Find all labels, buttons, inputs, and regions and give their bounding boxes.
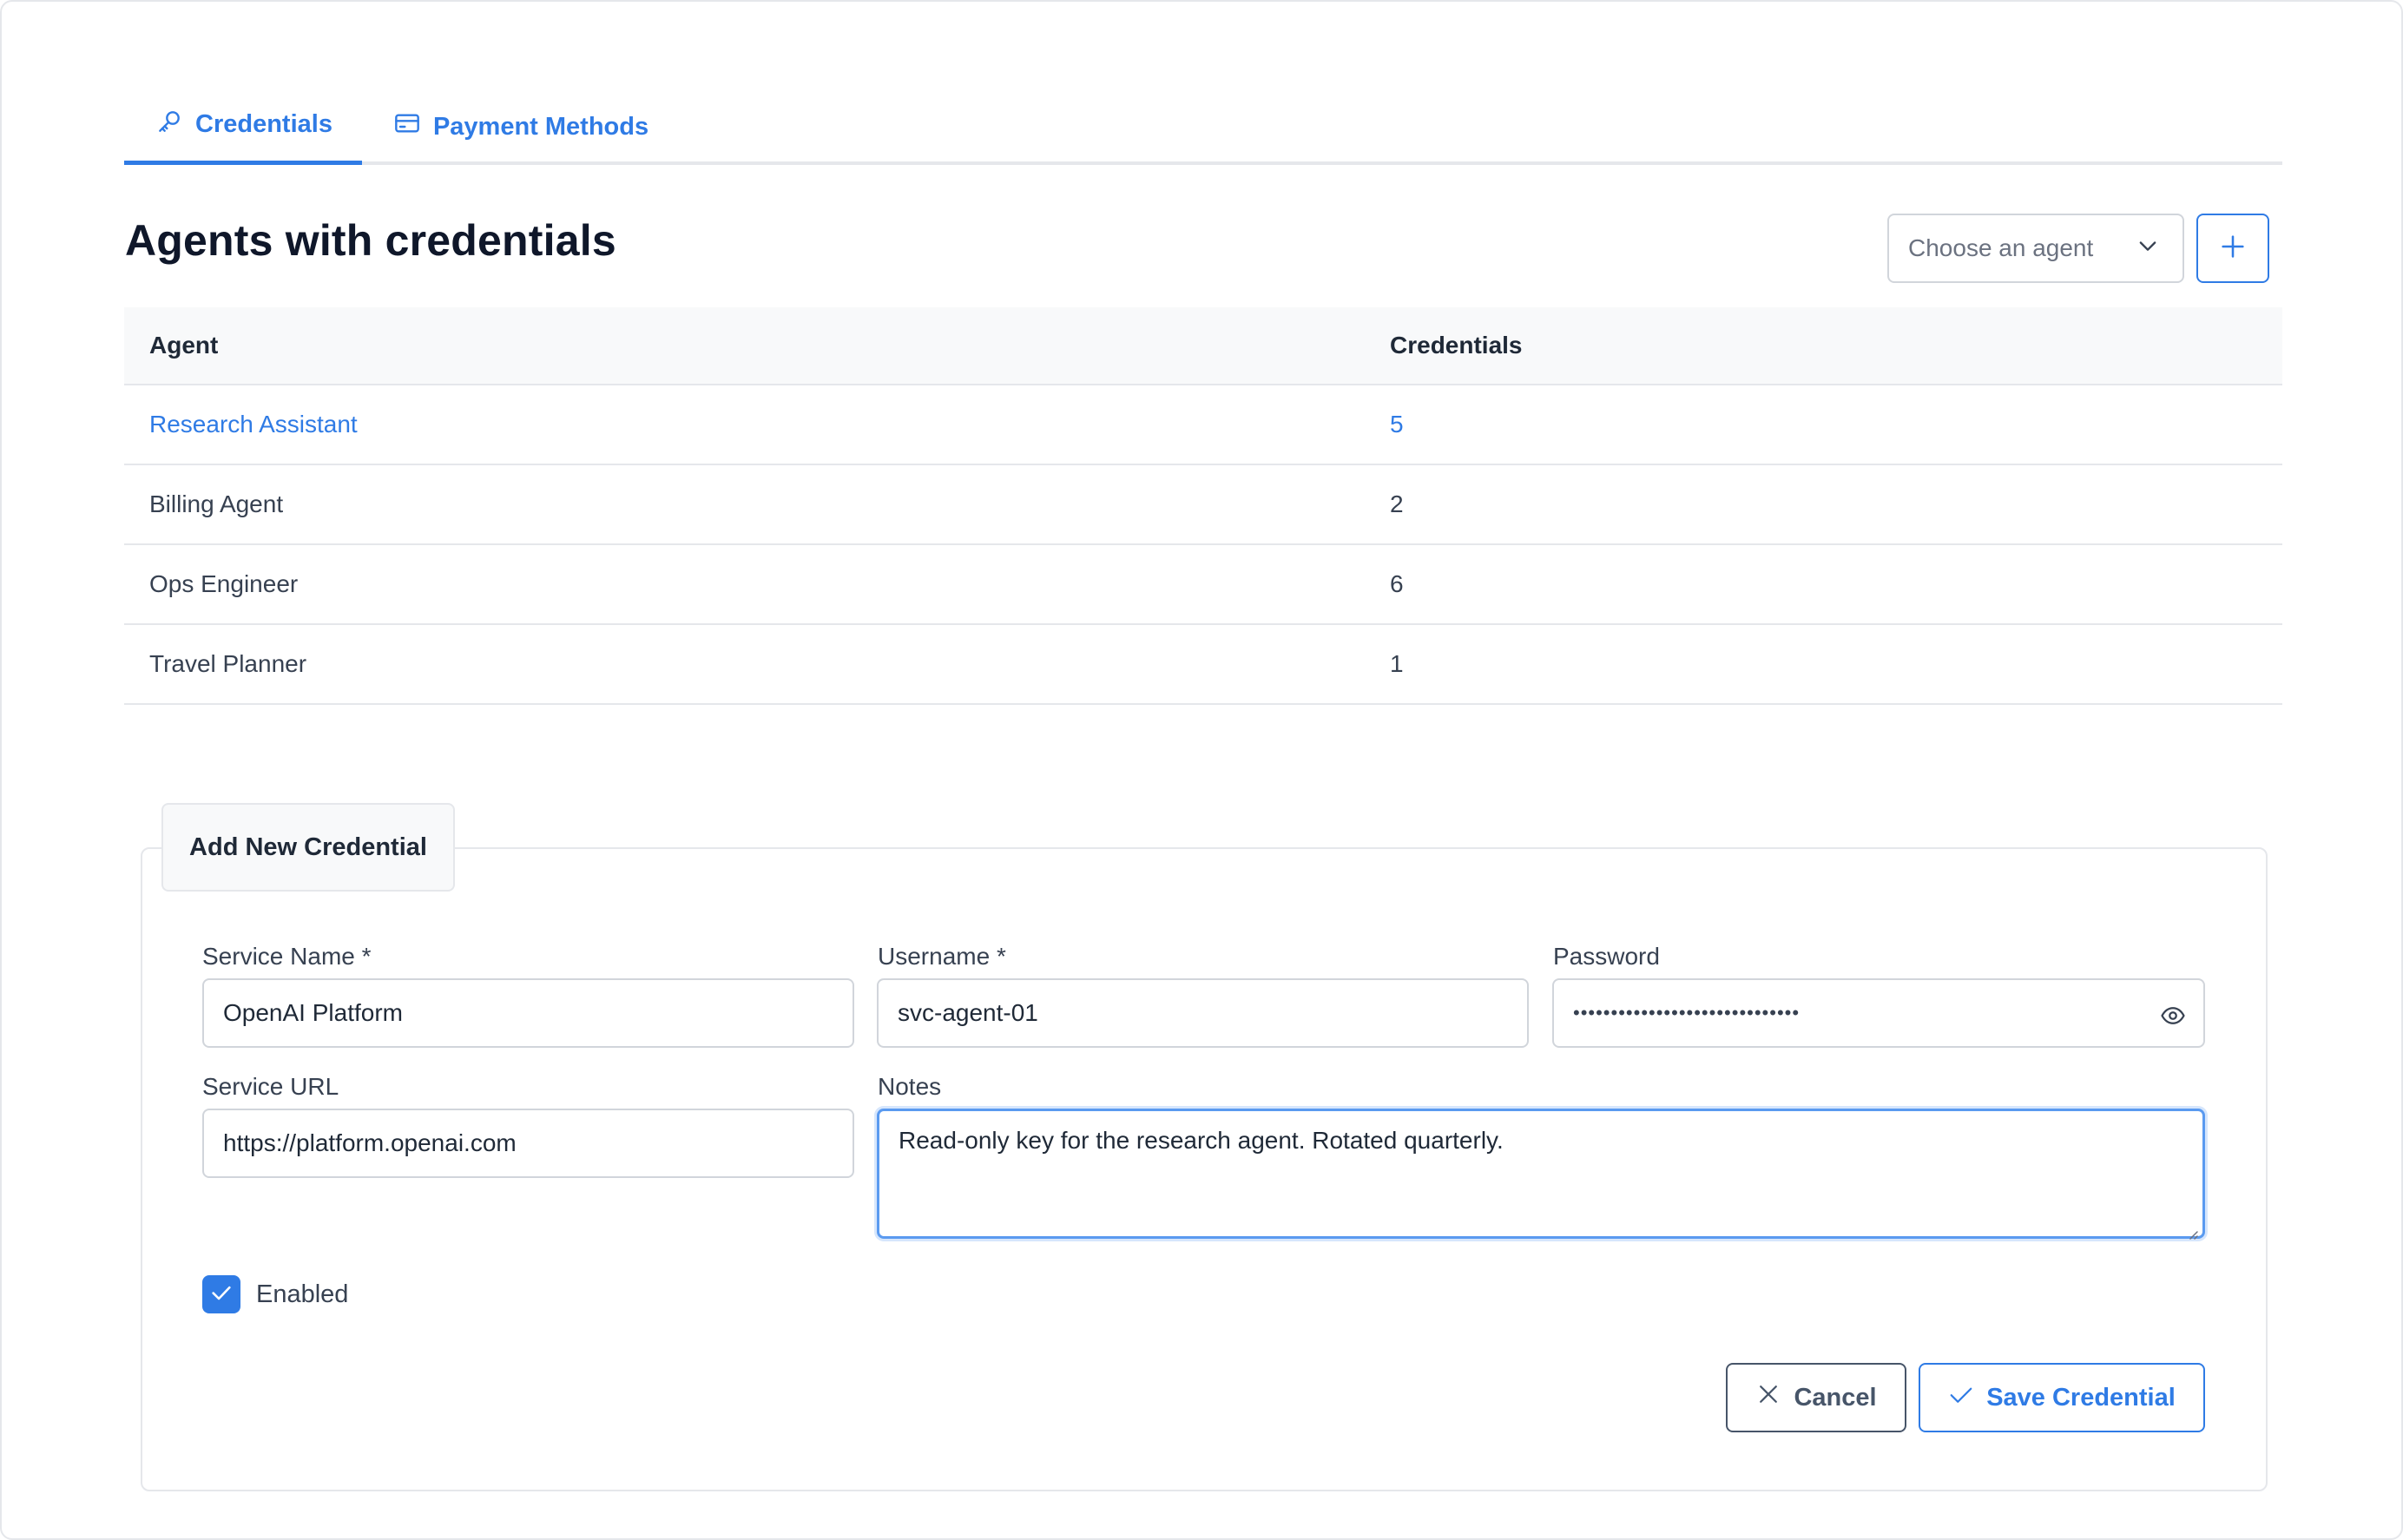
enabled-checkbox[interactable]	[202, 1275, 240, 1313]
agent-name: Ops Engineer	[149, 570, 299, 597]
agent-name-link[interactable]: Research Assistant	[124, 411, 1390, 438]
table-row[interactable]: Ops Engineer 6	[124, 545, 2282, 625]
resize-grip-icon[interactable]	[2185, 1219, 2199, 1240]
add-credential-legend: Add New Credential	[161, 803, 455, 892]
cancel-button-label: Cancel	[1794, 1383, 1877, 1412]
agent-select-placeholder: Choose an agent	[1908, 234, 2094, 261]
close-icon	[1755, 1381, 1781, 1414]
agents-table: Agent Credentials Research Assistant 5 B…	[124, 307, 2282, 705]
tab-credentials-label: Credentials	[195, 110, 332, 138]
column-header-credentials: Credentials	[1390, 332, 1523, 359]
save-credential-label: Save Credential	[1986, 1383, 2176, 1412]
eye-icon[interactable]	[2160, 1003, 2186, 1029]
tab-credentials[interactable]: Credentials	[124, 89, 362, 165]
page-title: Agents with credentials	[125, 216, 616, 265]
table-row[interactable]: Billing Agent 2	[124, 465, 2282, 545]
agent-name: Billing Agent	[149, 490, 284, 517]
notes-label: Notes	[878, 1073, 942, 1100]
service-url-value: https://platform.openai.com	[223, 1129, 517, 1156]
add-agent-button[interactable]	[2196, 214, 2269, 283]
password-label: Password	[1553, 943, 1660, 970]
enabled-label: Enabled	[256, 1280, 349, 1308]
plus-icon	[2218, 232, 2248, 266]
column-header-agent: Agent	[149, 332, 219, 359]
password-input[interactable]: ••••••••••••••••••••••••••••••	[1552, 978, 2205, 1048]
service-url-label: Service URL	[202, 1073, 339, 1100]
tab-payment-methods[interactable]: Payment Methods	[362, 89, 678, 165]
check-icon	[209, 1280, 234, 1309]
credentials-count-link[interactable]: 5	[1390, 411, 2282, 438]
username-label: Username *	[878, 943, 1006, 970]
tab-payment-methods-label: Payment Methods	[432, 112, 649, 141]
app-frame: Credentials Payment Methods Agents with …	[0, 0, 2403, 1540]
agent-select[interactable]: Choose an agent	[1887, 214, 2184, 283]
notes-value: Read-only key for the research agent. Ro…	[899, 1127, 1504, 1154]
service-name-label: Service Name *	[202, 943, 372, 970]
password-value: ••••••••••••••••••••••••••••••	[1573, 1002, 1801, 1023]
username-input[interactable]: svc-agent-01	[877, 978, 1529, 1048]
check-icon	[1948, 1381, 1974, 1414]
credentials-count: 6	[1390, 570, 1404, 597]
chevron-down-icon	[2136, 234, 2160, 264]
tab-bar: Credentials Payment Methods	[124, 89, 2282, 165]
save-credential-button[interactable]: Save Credential	[1919, 1363, 2205, 1432]
service-name-input[interactable]: OpenAI Platform	[202, 978, 854, 1048]
enabled-checkbox-row: Enabled	[202, 1275, 348, 1313]
table-row[interactable]: Travel Planner 1	[124, 625, 2282, 705]
service-name-value: OpenAI Platform	[223, 999, 403, 1026]
credentials-count: 2	[1390, 490, 1404, 517]
agent-name: Travel Planner	[149, 650, 307, 677]
service-url-input[interactable]: https://platform.openai.com	[202, 1109, 854, 1178]
cancel-button[interactable]: Cancel	[1726, 1363, 1906, 1432]
table-row[interactable]: Research Assistant 5	[124, 385, 2282, 465]
credit-card-icon	[393, 109, 421, 144]
key-icon	[155, 108, 183, 142]
table-header: Agent Credentials	[124, 307, 2282, 385]
username-value: svc-agent-01	[898, 999, 1038, 1026]
credentials-count: 1	[1390, 650, 1404, 677]
notes-textarea[interactable]: Read-only key for the research agent. Ro…	[877, 1109, 2205, 1240]
